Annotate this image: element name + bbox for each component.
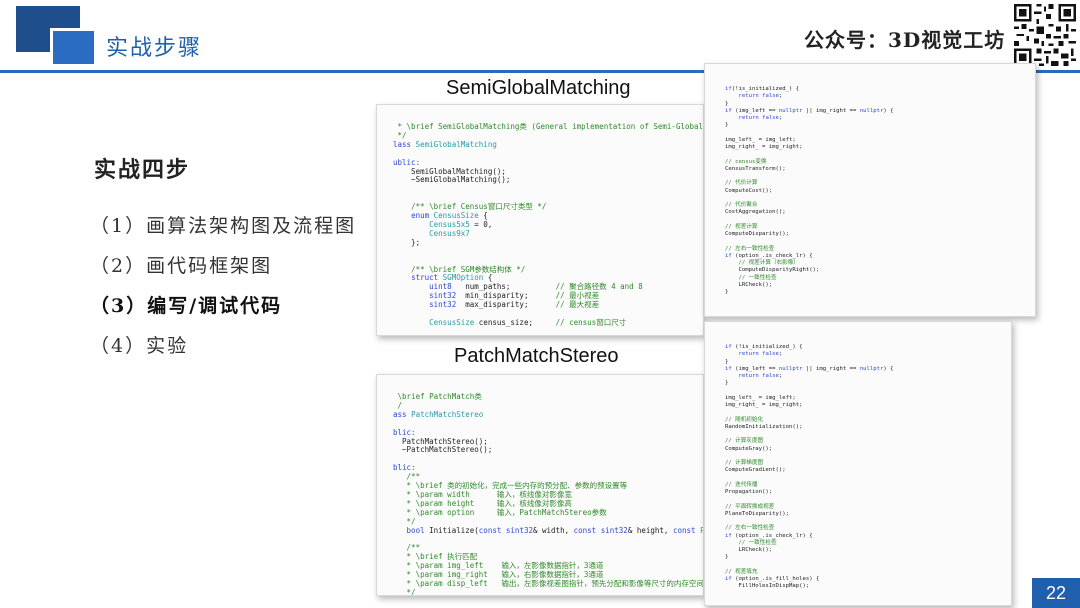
pms-class-code-screenshot: \brief PatchMatch类 / ass PatchMatchStere… xyxy=(376,374,704,596)
step-item-active: （3）编写/调试代码 xyxy=(90,295,283,317)
qr-code-icon xyxy=(1014,4,1076,66)
sgm-match-code-screenshot: if(!is_initialized_) { return false; } i… xyxy=(704,63,1036,317)
step-item: （2）画代码框架图 xyxy=(90,255,273,277)
sgm-label: SemiGlobalMatching xyxy=(446,77,631,99)
steps-list: （1）画算法架构图及流程图 （2）画代码框架图 （3）编写/调试代码 （4）实验 xyxy=(90,210,356,370)
wechat-account: 公众号：3D视觉工坊 xyxy=(804,28,1006,52)
page-number: 22 xyxy=(1032,578,1080,608)
sgm-class-code-screenshot: * \brief SemiGlobalMatching类 (General im… xyxy=(376,104,704,336)
step-item: （1）画算法架构图及流程图 xyxy=(90,215,357,237)
pms-label: PatchMatchStereo xyxy=(454,345,619,367)
pms-match-code-screenshot: if (!is_initialized_) { return false; } … xyxy=(704,321,1012,606)
logo-block-light xyxy=(50,28,94,64)
slide-title: 实战步骤 xyxy=(106,36,203,61)
section-heading: 实战四步 xyxy=(94,157,191,183)
step-item: （4）实验 xyxy=(90,335,189,357)
